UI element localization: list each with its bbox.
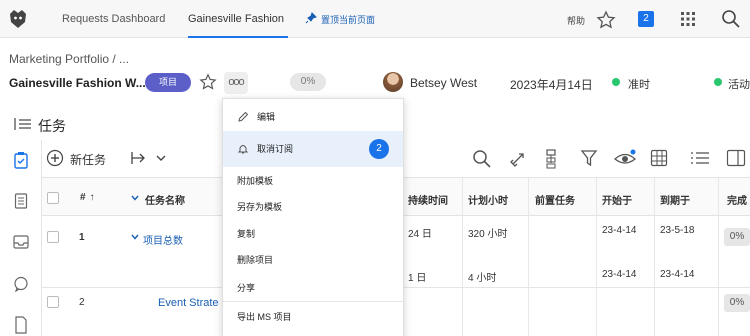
row-start-date[interactable]: 23-4-14 (602, 225, 636, 236)
progress-badge: 0% (290, 73, 326, 91)
menu-item-attach-template[interactable]: 附加模板 (223, 171, 403, 191)
inbox-icon[interactable] (12, 234, 30, 250)
col-divider (596, 178, 597, 336)
chevron-down-icon[interactable] (156, 154, 166, 162)
avatar[interactable] (383, 72, 403, 92)
apps-grid-icon[interactable] (680, 11, 696, 27)
project-date[interactable]: 2023年4月14日 (510, 76, 593, 93)
section-title: 任务 (38, 118, 66, 134)
add-icon[interactable] (46, 149, 64, 167)
tab-requests-dashboard[interactable]: Requests Dashboard (62, 0, 165, 38)
col-header-task-name[interactable]: 任务名称 (145, 192, 185, 207)
list-view-icon[interactable] (690, 150, 710, 166)
row-percent-complete[interactable]: 0% (724, 228, 750, 246)
row-percent-complete[interactable]: 0% (724, 294, 750, 312)
row-task-name[interactable]: Event Strate (158, 297, 219, 309)
sort-up-icon[interactable]: ↑ (90, 192, 95, 203)
project-title: Gainesville Fashion W... (9, 76, 146, 90)
col-divider (528, 178, 529, 336)
row-number: 1 (79, 232, 85, 243)
notifications-badge[interactable]: 2 (638, 11, 654, 27)
star-icon[interactable] (596, 10, 616, 30)
view-eye-icon[interactable] (614, 149, 636, 167)
indent-arrow-icon[interactable] (130, 150, 148, 166)
subscriber-count-badge: 2 (369, 139, 389, 159)
col-header-complete[interactable]: 完成 (727, 192, 747, 207)
col-header-duration[interactable]: 持续时间 (408, 192, 448, 207)
logo-icon[interactable] (7, 8, 29, 30)
menu-item-edit[interactable]: 编辑 (223, 107, 403, 127)
menu-item-label: 编辑 (257, 112, 276, 122)
on-time-dot-icon (612, 78, 620, 86)
file-icon[interactable] (14, 316, 28, 334)
col-divider (462, 178, 463, 336)
col-divider (718, 178, 719, 336)
bell-icon (237, 145, 249, 154)
pin-page-link[interactable]: 置顶当前页面 (321, 13, 375, 26)
col-header-number[interactable]: # ↑ (80, 192, 95, 203)
collapse-panel-icon[interactable] (14, 117, 32, 131)
comment-icon[interactable] (13, 276, 29, 292)
menu-item-share[interactable]: 分享 (223, 278, 403, 298)
document-icon[interactable] (14, 193, 28, 209)
menu-divider (223, 301, 403, 302)
row-expand-chevron-icon[interactable] (131, 234, 139, 240)
row-hours-secondary: 4 小时 (468, 273, 497, 284)
breadcrumb[interactable]: Marketing Portfolio / ... (9, 52, 129, 66)
row-number: 2 (79, 297, 85, 308)
menu-item-export-ms-project[interactable]: 导出 MS 项目 (223, 307, 403, 327)
status-on-time[interactable]: 准时 (628, 76, 650, 92)
menu-item-copy[interactable]: 复制 (223, 224, 403, 244)
hierarchy-icon[interactable] (542, 149, 560, 169)
row-due-secondary: 23-4-14 (660, 269, 695, 280)
col-header-planned-hours[interactable]: 计划小时 (468, 192, 508, 207)
owner-name[interactable]: Betsey West (410, 76, 477, 90)
row-checkbox[interactable] (47, 296, 59, 308)
row-start-secondary: 23-4-14 (602, 269, 637, 280)
row-task-name[interactable]: 项目总数 (143, 232, 183, 247)
rocket-icon[interactable] (508, 149, 528, 169)
filter-icon[interactable] (580, 149, 598, 167)
tab-gainesville-fashion[interactable]: Gainesville Fashion ... (188, 0, 288, 38)
menu-item-unsubscribe[interactable]: 取消订阅 2 (223, 131, 403, 167)
pin-icon[interactable] (305, 12, 317, 24)
more-options-button[interactable]: ooo (224, 72, 248, 94)
select-all-checkbox[interactable] (47, 192, 59, 204)
new-task-button[interactable]: 新任务 (70, 151, 106, 168)
menu-item-delete-project[interactable]: 删除项目 (223, 250, 403, 270)
row-checkbox[interactable] (47, 231, 59, 243)
col-header-start[interactable]: 开始于 (602, 192, 632, 207)
help-link[interactable]: 帮助 (567, 14, 585, 27)
project-type-pill: 项目 (145, 73, 191, 92)
grid-view-icon[interactable] (650, 149, 668, 167)
favorite-star-icon[interactable] (199, 73, 217, 91)
tasks-clipboard-icon[interactable] (13, 151, 29, 169)
active-dot-icon (714, 78, 722, 86)
row-planned-hours[interactable]: 320 小时 (468, 225, 507, 240)
pencil-icon (238, 111, 249, 122)
col-header-predecessors[interactable]: 前置任务 (535, 192, 575, 207)
menu-item-label: 取消订阅 (257, 144, 294, 154)
col-divider (654, 178, 655, 336)
toolbar-search-icon[interactable] (472, 149, 492, 169)
search-icon[interactable] (721, 9, 741, 29)
row-duration[interactable]: 24 日 (408, 225, 432, 240)
row-duration-secondary: 1 日 (408, 273, 427, 284)
status-active[interactable]: 活动 (728, 76, 750, 92)
project-options-menu: 编辑 取消订阅 2 附加模板 另存为模板 复制 删除项目 分享 导出 MS 项目 (222, 98, 404, 336)
col-header-due[interactable]: 到期于 (660, 192, 690, 207)
menu-item-save-as-template[interactable]: 另存为模板 (223, 197, 403, 217)
expand-all-chevron-icon[interactable] (131, 195, 139, 201)
side-panel-icon[interactable] (726, 149, 746, 167)
row-due-date[interactable]: 23-5-18 (660, 225, 694, 236)
